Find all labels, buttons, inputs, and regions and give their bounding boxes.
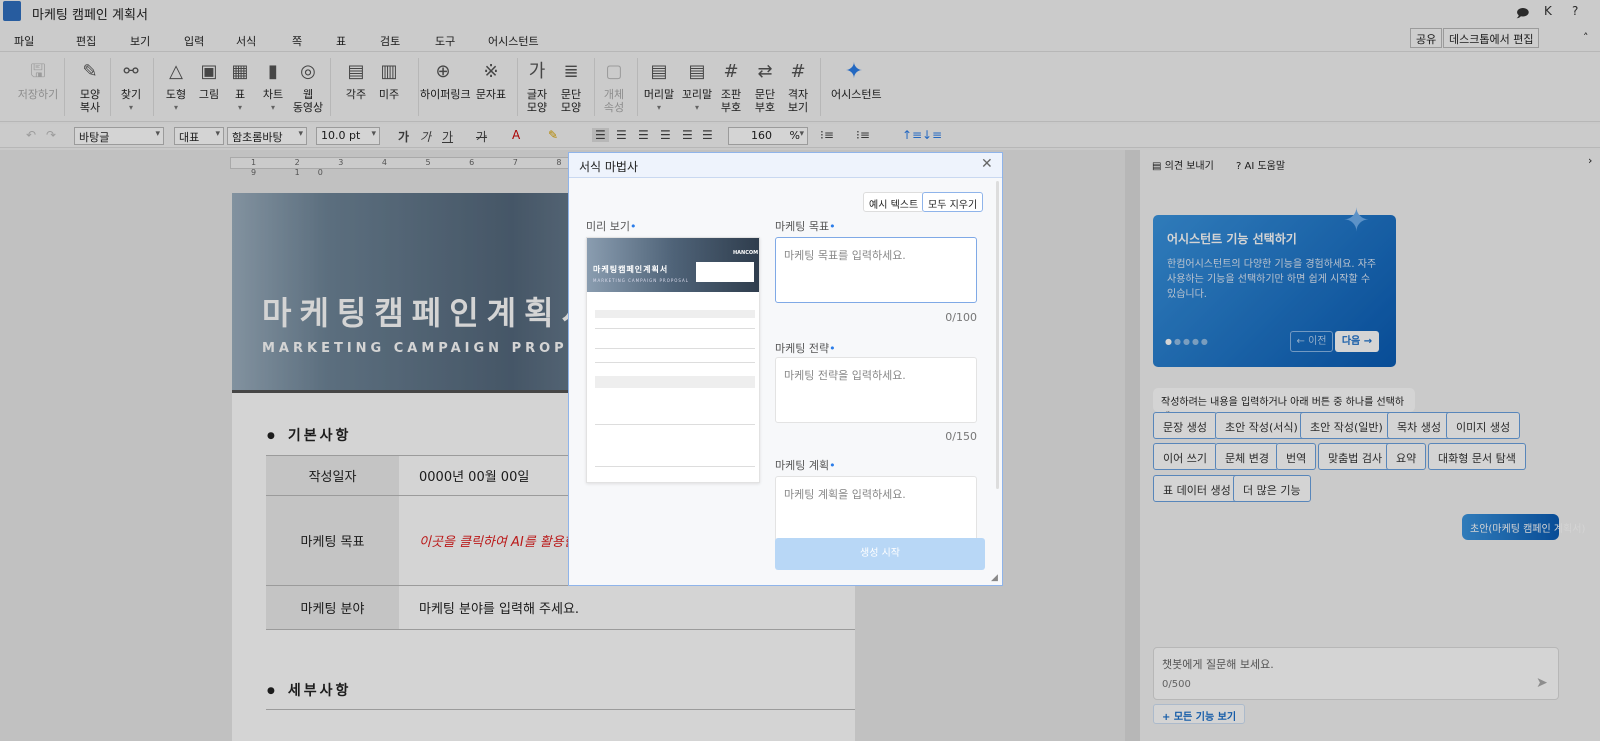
- preview-line: [595, 328, 755, 329]
- strategy-char-count: 0/150: [945, 430, 977, 443]
- preview-approval-box: [696, 262, 754, 282]
- preview-banner: 마케팅캠페인계획서 MARKETING CAMPAIGN PROPOSAL HA…: [587, 238, 759, 292]
- preview-line: [595, 466, 755, 467]
- hancom-logo: HANCOM: [733, 250, 759, 256]
- goal-textarea[interactable]: 마케팅 목표를 입력하세요.: [775, 237, 977, 303]
- preview-subtitle: MARKETING CAMPAIGN PROPOSAL: [593, 278, 689, 283]
- preview-line: [595, 376, 755, 388]
- resize-handle-icon[interactable]: ◢: [991, 573, 998, 583]
- strategy-textarea[interactable]: 마케팅 전략을 입력하세요.: [775, 357, 977, 423]
- clear-all-button[interactable]: 모두 지우기: [922, 192, 984, 212]
- preview-line: [595, 310, 755, 318]
- goal-char-count: 0/100: [945, 311, 977, 324]
- strategy-label: 마케팅 전략•: [775, 342, 836, 355]
- plan-textarea[interactable]: 마케팅 계획을 입력하세요.: [775, 476, 977, 542]
- goal-label: 마케팅 목표•: [775, 220, 836, 233]
- preview-line: [595, 362, 755, 363]
- preview-line: [595, 348, 755, 349]
- format-wizard-dialog: 서식 마법사 ✕ 예시 텍스트 모두 지우기 미리 보기• 마케팅캠페인계획서 …: [568, 152, 1003, 586]
- preview-line: [595, 424, 755, 425]
- dialog-title: 서식 마법사: [579, 160, 639, 174]
- generate-button[interactable]: 생성 시작: [775, 538, 985, 570]
- dialog-scrollbar[interactable]: [996, 181, 999, 489]
- template-preview[interactable]: 마케팅캠페인계획서 MARKETING CAMPAIGN PROPOSAL HA…: [586, 237, 760, 483]
- plan-label: 마케팅 계획•: [775, 459, 836, 472]
- sample-text-button[interactable]: 예시 텍스트: [863, 192, 925, 212]
- preview-label: 미리 보기•: [586, 220, 637, 233]
- preview-title: 마케팅캠페인계획서: [593, 265, 669, 274]
- close-icon[interactable]: ✕: [981, 156, 993, 172]
- dialog-header: 서식 마법사 ✕: [569, 153, 1002, 178]
